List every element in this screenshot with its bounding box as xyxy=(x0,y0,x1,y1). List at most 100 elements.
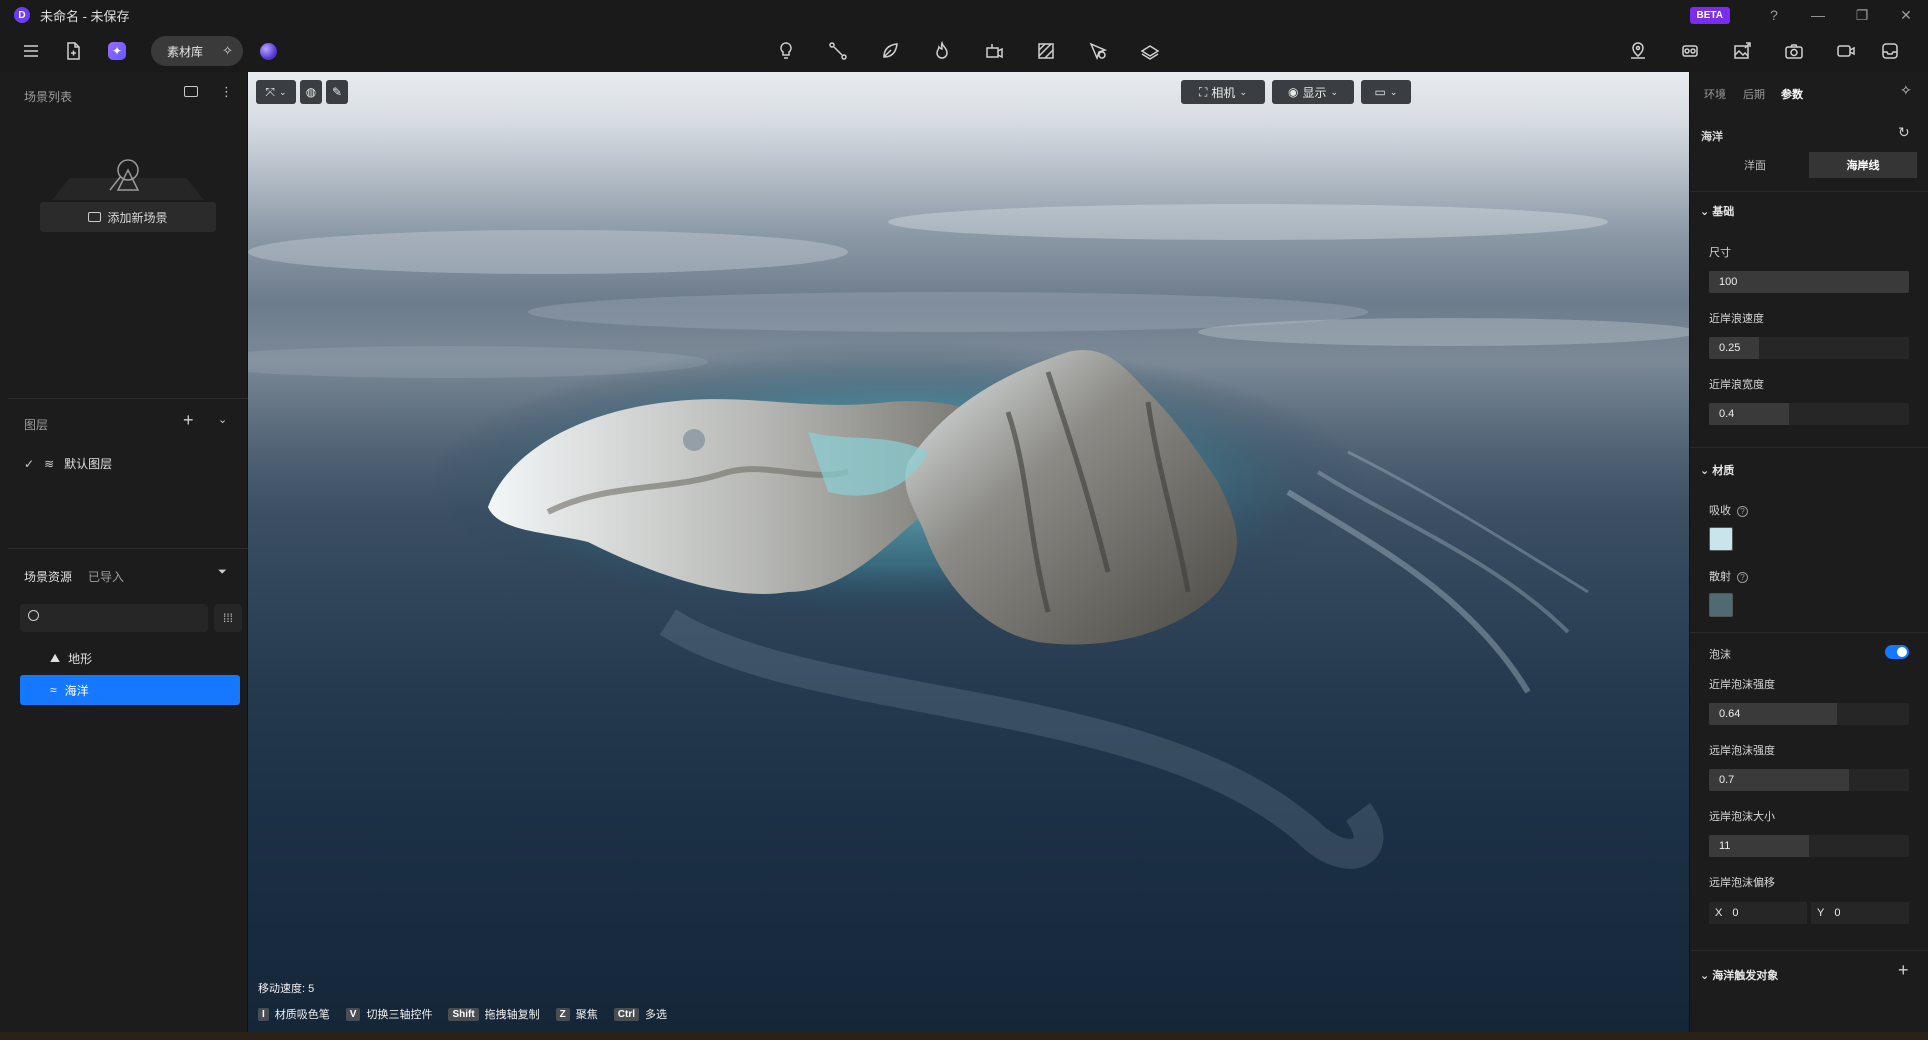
add-trigger-icon[interactable]: + xyxy=(1898,960,1909,981)
layer-row-default[interactable]: ✓ ≋ 默认图层 xyxy=(24,455,112,472)
layers-title: 图层 xyxy=(24,418,49,432)
layers-icon[interactable] xyxy=(1139,40,1161,62)
more-options-icon[interactable]: ⋮ xyxy=(220,84,233,100)
add-layer-icon[interactable]: + xyxy=(183,410,194,431)
far-foam-label: 远岸泡沫强度 xyxy=(1709,745,1775,757)
absorb-text: 吸收 xyxy=(1709,505,1731,517)
camera-frame-icon: ⛶ xyxy=(1199,84,1208,99)
leaf-icon[interactable] xyxy=(879,40,901,62)
image-export-icon[interactable] xyxy=(1731,40,1753,62)
wave-speed-slider[interactable]: 0.25 xyxy=(1709,337,1909,359)
check-icon[interactable]: ✓ xyxy=(24,457,34,471)
new-file-icon[interactable] xyxy=(62,40,84,62)
group-ocean-triggers[interactable]: ⌄ 海洋触发对象 xyxy=(1700,967,1778,983)
scene-thumbnail-icon xyxy=(52,159,204,200)
close-button[interactable]: ✕ xyxy=(1884,0,1928,30)
transform-icon: ⤧ xyxy=(265,84,276,99)
add-scene-button[interactable]: 添加新场景 xyxy=(40,202,216,232)
far-foam-offset-label: 远岸泡沫偏移 xyxy=(1709,877,1775,889)
video-icon[interactable] xyxy=(1835,40,1857,62)
near-foam-value: 0.64 xyxy=(1719,708,1741,720)
ocean-island-scene[interactable] xyxy=(248,72,1689,1032)
restore-button[interactable]: ❐ xyxy=(1840,0,1884,30)
screen-dropdown[interactable]: ▭ ⌄ xyxy=(1361,80,1411,104)
search-icon xyxy=(28,610,39,621)
offset-x-input[interactable]: X 0 xyxy=(1709,902,1807,924)
offset-y-input[interactable]: Y 0 xyxy=(1811,902,1909,924)
eyedropper-button[interactable]: ✎ xyxy=(326,80,348,104)
segment-ocean-surface[interactable]: 洋面 xyxy=(1701,152,1809,178)
reset-icon[interactable]: ↻ xyxy=(1898,124,1910,141)
app-logo-icon: D xyxy=(14,7,30,23)
tab-params[interactable]: 参数 xyxy=(1781,86,1803,102)
help-icon[interactable]: ? xyxy=(1752,0,1796,30)
light-bulb-icon[interactable] xyxy=(775,40,797,62)
asset-item-terrain[interactable]: ⛰ 地形 xyxy=(20,643,240,673)
wave-speed-value: 0.25 xyxy=(1719,342,1741,354)
3d-viewport[interactable]: ⤧ ⌄ ◍ ✎ ⛶ 相机 ⌄ ◉ 显示 ⌄ ▭ ⌄ 移动速度: 5 I 材质吸色笔… xyxy=(248,72,1689,1032)
asset-item-ocean[interactable]: ≈ 海洋 xyxy=(20,675,240,705)
display-dropdown[interactable]: ◉ 显示 ⌄ xyxy=(1272,80,1354,104)
material-sphere-icon[interactable] xyxy=(260,43,277,60)
scene-preview-icon[interactable] xyxy=(184,86,198,97)
terrain-icon: ⛰ xyxy=(50,650,61,665)
far-foam-slider[interactable]: 0.7 xyxy=(1709,769,1909,791)
segment-coastline[interactable]: 海岸线 xyxy=(1809,152,1917,178)
location-icon[interactable] xyxy=(1627,40,1649,62)
path-icon[interactable] xyxy=(827,40,849,62)
camera-dropdown[interactable]: ⛶ 相机 ⌄ xyxy=(1181,80,1265,104)
near-foam-slider[interactable]: 0.64 xyxy=(1709,703,1909,725)
inbox-icon[interactable] xyxy=(1879,40,1901,62)
filter-icon[interactable]: ⏷ xyxy=(218,566,227,579)
size-slider[interactable]: 100 xyxy=(1709,271,1909,293)
sparkle-icon[interactable]: ✧ xyxy=(222,43,233,59)
waves-icon: ≈ xyxy=(50,683,57,697)
right-panel: 环境 后期 参数 ✧ 海洋 ↻ 洋面 海岸线 ⌄ 基础 尺寸 100 近岸浪速度… xyxy=(1689,72,1928,1032)
tab-environment[interactable]: 环境 xyxy=(1704,86,1726,102)
world-space-button[interactable]: ◍ xyxy=(300,80,322,104)
camera-car-icon[interactable] xyxy=(1679,40,1701,62)
asset-label: 地形 xyxy=(68,651,93,666)
help-icon[interactable]: ? xyxy=(1737,572,1748,583)
magic-wand-icon[interactable]: ✧ xyxy=(1900,82,1912,99)
shortcut-key: Shift xyxy=(448,1007,479,1021)
fire-icon[interactable] xyxy=(931,40,953,62)
transform-tool-dropdown[interactable]: ⤧ ⌄ xyxy=(256,80,296,104)
section-title: 海洋 xyxy=(1701,131,1723,143)
group-basic[interactable]: ⌄ 基础 xyxy=(1700,203,1734,219)
title-bar: D 未命名 - 未保存 BETA ? — ❐ ✕ xyxy=(0,0,1928,30)
foam-toggle[interactable] xyxy=(1885,645,1909,659)
divider xyxy=(1690,950,1928,951)
bottom-strip xyxy=(0,1032,1928,1040)
help-icon[interactable]: ? xyxy=(1737,506,1748,517)
ai-assistant-icon[interactable]: ✦ xyxy=(108,42,126,60)
scatter-color-swatch[interactable] xyxy=(1709,593,1733,617)
collapse-layers-icon[interactable]: ⌄ xyxy=(218,413,227,426)
menu-icon[interactable] xyxy=(20,40,42,62)
toggle-knob xyxy=(1897,647,1907,657)
object-add-icon[interactable] xyxy=(983,40,1005,62)
wave-width-slider[interactable]: 0.4 xyxy=(1709,403,1909,425)
texture-icon[interactable] xyxy=(1035,40,1057,62)
shortcut-hints: I 材质吸色笔 V 切换三轴控件 Shift 拖拽轴复制 Z 聚焦 Ctrl 多… xyxy=(258,1006,677,1022)
move-speed-readout: 移动速度: 5 xyxy=(258,983,315,995)
screenshot-icon[interactable] xyxy=(1783,40,1805,62)
asset-library-button[interactable]: 素材库 ✧ xyxy=(151,36,243,66)
scatter-label: 散射? xyxy=(1709,568,1748,584)
grid-view-button[interactable]: ⁞⁞⁞ xyxy=(214,604,242,632)
tab-scene-assets[interactable]: 场景资源 xyxy=(24,568,72,585)
divider xyxy=(1690,447,1928,448)
search-input[interactable] xyxy=(20,604,208,632)
foam-label: 泡沫 xyxy=(1709,649,1731,661)
marker-icon[interactable] xyxy=(1087,40,1109,62)
tab-post[interactable]: 后期 xyxy=(1743,86,1765,102)
absorb-color-swatch[interactable] xyxy=(1709,527,1733,551)
tab-imported[interactable]: 已导入 xyxy=(88,568,124,585)
size-value: 100 xyxy=(1719,276,1738,288)
far-foam-size-slider[interactable]: 11 xyxy=(1709,835,1909,857)
group-material-label: 材质 xyxy=(1712,465,1735,477)
minimize-button[interactable]: — xyxy=(1796,0,1840,30)
y-value: 0 xyxy=(1834,907,1841,919)
group-material[interactable]: ⌄ 材质 xyxy=(1700,462,1734,478)
x-value: 0 xyxy=(1732,907,1739,919)
